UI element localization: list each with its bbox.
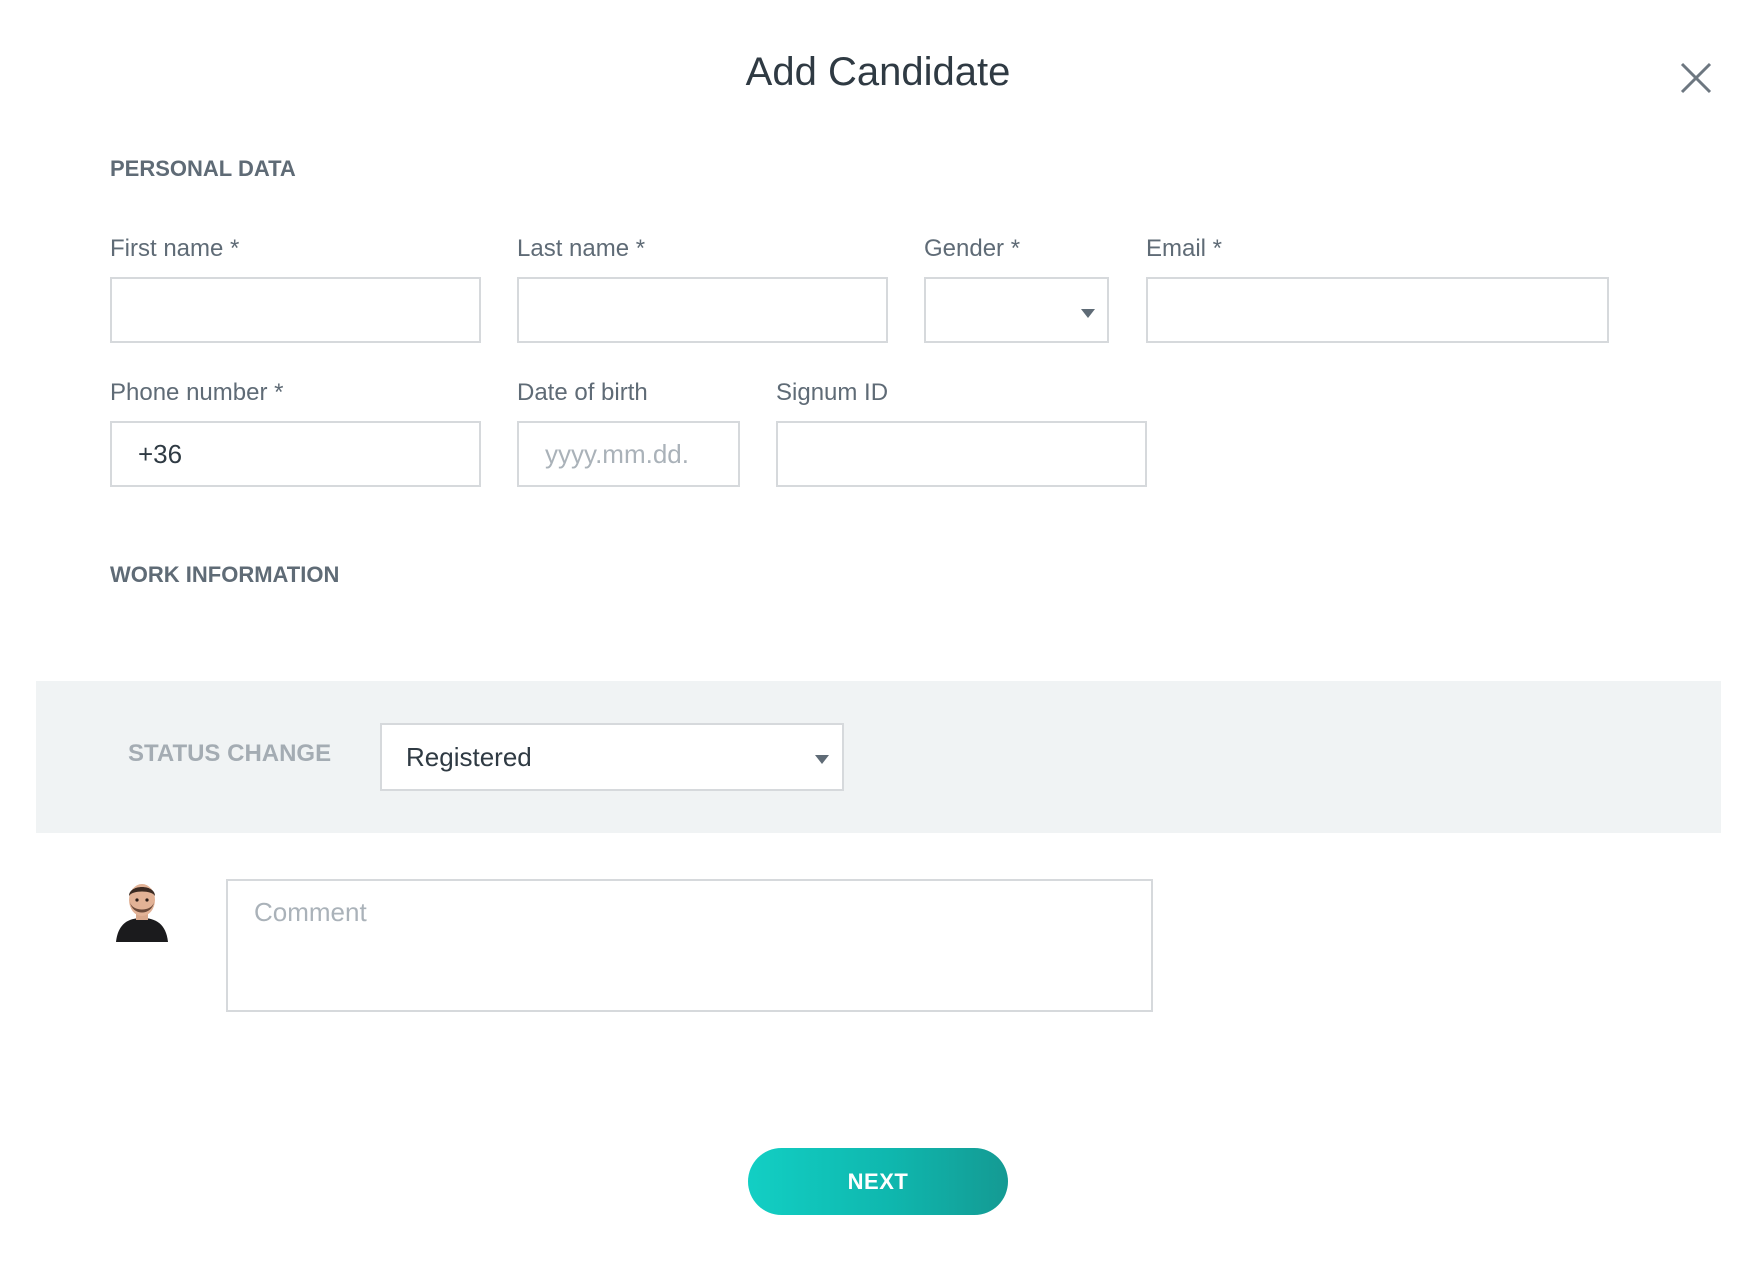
- email-field[interactable]: [1146, 277, 1609, 343]
- close-icon[interactable]: [1676, 58, 1716, 98]
- signum-id-field[interactable]: [776, 421, 1147, 487]
- status-change-label: STATUS CHANGE: [128, 740, 332, 767]
- email-label: Email *: [1146, 235, 1223, 262]
- add-candidate-dialog: Add Candidate PERSONAL DATA First name *…: [0, 0, 1756, 1288]
- signum-label: Signum ID: [776, 379, 889, 406]
- avatar: [112, 880, 172, 942]
- phone-field[interactable]: +36: [110, 421, 481, 487]
- last-name-label: Last name *: [517, 235, 646, 262]
- first-name-field[interactable]: [110, 277, 481, 343]
- dob-field[interactable]: yyyy.mm.dd.: [517, 421, 740, 487]
- dialog-title: Add Candidate: [745, 50, 1011, 94]
- phone-label: Phone number *: [110, 379, 284, 406]
- dob-label: Date of birth: [517, 379, 648, 406]
- chevron-down-icon[interactable]: [815, 755, 829, 764]
- first-name-label: First name *: [110, 235, 240, 262]
- work-information-heading: WORK INFORMATION: [110, 562, 340, 587]
- chevron-down-icon[interactable]: [1081, 309, 1095, 318]
- status-select[interactable]: Registered: [380, 723, 844, 791]
- next-button[interactable]: NEXT: [748, 1148, 1008, 1215]
- last-name-field[interactable]: [517, 277, 888, 343]
- dob-placeholder: yyyy.mm.dd.: [545, 439, 689, 469]
- gender-label: Gender *: [924, 235, 1021, 262]
- personal-data-heading: PERSONAL DATA: [110, 156, 296, 181]
- comment-textarea[interactable]: Comment: [226, 879, 1153, 1012]
